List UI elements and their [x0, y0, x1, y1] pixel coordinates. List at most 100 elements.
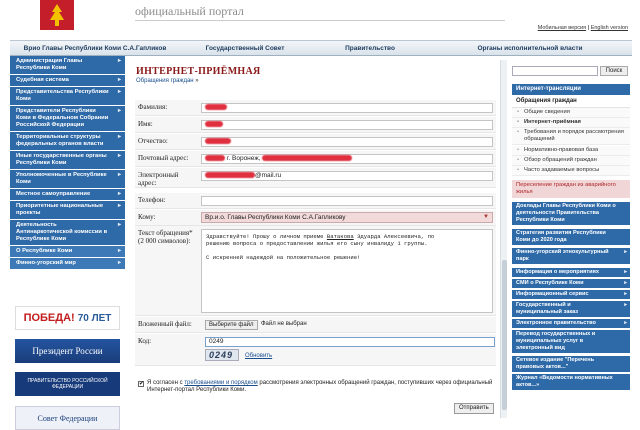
coat-of-arms-logo[interactable] — [40, 0, 74, 30]
left-menu-item[interactable]: Территориальные структуры федеральных ор… — [10, 132, 125, 151]
right-menu-item[interactable]: Информационный сервис ▸ — [512, 290, 630, 300]
arrow-icon: ▸ — [117, 191, 121, 197]
choose-file-button[interactable]: Выберите файл — [205, 320, 258, 330]
breadcrumb: Обращения граждан » — [136, 78, 199, 84]
left-menu-item[interactable]: Финно-угорский мир ▸ — [10, 258, 125, 270]
appeals-sub-item[interactable]: Нормативно-правовая база — [512, 146, 630, 156]
captcha-image: 0249 — [205, 349, 239, 361]
redacted-text — [205, 104, 227, 111]
firstname-input[interactable] — [201, 120, 493, 130]
left-menu-item[interactable]: Иные государственные органы Республики К… — [10, 151, 125, 170]
english-version-link[interactable]: English version — [591, 25, 628, 31]
right-menu-item[interactable]: Стратегия развития Республики Коми до 20… — [512, 229, 630, 246]
right-menu-item[interactable]: СМИ о Республике Коми ▸ — [512, 279, 630, 289]
patronymic-input[interactable] — [201, 137, 493, 147]
scrollbar[interactable] — [500, 60, 507, 418]
left-menu-item[interactable]: Представители Республики Коми в Федераль… — [10, 106, 125, 132]
arrow-icon: ▸ — [624, 291, 627, 297]
right-menu-item[interactable]: Информация о мероприятиях ▸ — [512, 268, 630, 278]
email-row: Электронный адрес: @mail.ru — [135, 168, 496, 188]
requirements-link[interactable]: требованиями и порядком — [184, 380, 257, 386]
arrow-icon: ▸ — [117, 58, 121, 64]
lastname-input[interactable] — [201, 103, 493, 113]
send-button[interactable]: Отправить — [454, 403, 494, 414]
appeals-sub-item[interactable]: Общие сведения — [512, 108, 630, 118]
nav-item-executive[interactable]: Органы исполнительной власти — [430, 45, 630, 52]
address-label: Почтовый адрес: — [138, 154, 189, 162]
code-input[interactable]: 0249 — [205, 337, 495, 347]
lastname-label: Фамилия: — [138, 103, 168, 111]
arrow-icon: ▸ — [117, 153, 121, 159]
arrow-icon: ▸ — [117, 89, 121, 95]
right-menu-item[interactable]: Журнал «Ведомости нормативных актов...» — [512, 374, 630, 391]
arrow-icon: ▸ — [624, 249, 627, 255]
top-nav: Врио Главы Республики Коми С.А.Гапликов … — [10, 40, 632, 56]
right-menu-item[interactable]: Перевод государственных и муниципальных … — [512, 330, 630, 354]
consent-row: ✔ Я согласен с требованиями и порядком р… — [138, 380, 493, 393]
phone-input[interactable] — [201, 196, 493, 206]
address-input[interactable]: г. Воронеж, — [201, 154, 493, 164]
arrow-icon: ▸ — [117, 172, 121, 178]
nav-item-state-council[interactable]: Государственный Совет — [180, 45, 310, 52]
breadcrumb-link[interactable]: Обращения граждан — [136, 78, 194, 84]
appeals-sub-item[interactable]: Требования и порядок рассмотрения обраще… — [512, 128, 630, 145]
nav-item-government[interactable]: Правительство — [310, 45, 430, 52]
emergency-housing-link[interactable]: Переселение граждан из аварийного жилья — [512, 180, 630, 198]
arrow-icon: ▸ — [624, 320, 627, 326]
redacted-text — [205, 172, 255, 179]
email-label: Электронный адрес: — [138, 171, 179, 187]
phone-row: Телефон: — [135, 193, 496, 209]
file-label: Вложенный файл: — [138, 320, 192, 328]
arrow-icon: ▸ — [624, 269, 627, 275]
message-row: Текст обращения* (2 000 символов): Здрав… — [135, 226, 496, 316]
appeals-sub-item[interactable]: Интернет-приёмная — [512, 118, 630, 128]
left-menu-item[interactable]: Местное самоуправление ▸ — [10, 189, 125, 201]
right-menu-item[interactable]: Финно-угорский этнокультурный парк ▸ — [512, 248, 630, 265]
nav-item-head[interactable]: Врио Главы Республики Коми С.А.Гапликов — [10, 45, 180, 52]
mobile-version-link[interactable]: Мобильная версия — [538, 25, 586, 31]
arrow-icon: ▸ — [117, 108, 121, 114]
left-menu-item[interactable]: О Республике Коми ▸ — [10, 246, 125, 258]
left-menu-item[interactable]: Деятельность Антинаркотической комиссии … — [10, 220, 125, 246]
email-input[interactable]: @mail.ru — [201, 171, 493, 181]
arrow-icon: ▸ — [117, 260, 121, 266]
arrow-icon: ▸ — [117, 248, 121, 254]
redacted-text — [205, 155, 225, 162]
right-menu-item[interactable]: Доклады Главы Республики Коми о деятельн… — [512, 202, 630, 226]
appeals-header[interactable]: Обращения граждан — [512, 96, 630, 108]
phone-label: Телефон: — [138, 196, 166, 204]
left-menu-item[interactable]: Уполномоченные в Республике Коми ▸ — [10, 170, 125, 189]
breadcrumb-arrow: » — [195, 78, 199, 84]
left-sidebar: Администрация Главы Республики Коми ▸ Суд… — [10, 56, 125, 430]
right-menu-item[interactable]: Сетевое издание "Перечень правовых актов… — [512, 356, 630, 373]
president-banner[interactable]: Президент России — [15, 339, 120, 363]
left-menu-item[interactable]: Судебная система ▸ — [10, 75, 125, 87]
patronymic-label: Отчество: — [138, 137, 168, 145]
search-button[interactable]: Поиск — [600, 66, 628, 76]
link-separator: | — [587, 25, 590, 31]
refresh-captcha-link[interactable]: Обновить — [245, 353, 272, 359]
left-menu-item[interactable]: Администрация Главы Республики Коми ▸ — [10, 56, 125, 75]
recipient-row: Кому: Вр.и.о. Главы Республики Коми С.А.… — [135, 210, 496, 226]
left-menu-item[interactable]: Приоритетные национальные проекты ▸ — [10, 201, 125, 220]
government-banner[interactable]: ПРАВИТЕЛЬСТВО РОССИЙСКОЙ ФЕДЕРАЦИИ — [15, 372, 120, 396]
right-menu-item[interactable]: Государственный и муниципальный заказ ▸ — [512, 301, 630, 318]
consent-checkbox[interactable]: ✔ — [138, 381, 144, 387]
federation-council-banner[interactable]: Совет Федерации — [15, 406, 120, 430]
firstname-label: Имя: — [138, 120, 153, 128]
scrollbar-thumb[interactable] — [502, 260, 507, 410]
address-row: Почтовый адрес: г. Воронеж, — [135, 151, 496, 167]
pobeda-banner[interactable]: ПОБЕДА! 70 ЛЕТ — [15, 306, 120, 330]
search-input[interactable] — [512, 66, 598, 76]
appeals-sub-item[interactable]: Часто задаваемые вопросы — [512, 166, 630, 176]
internet-broadcasts-link[interactable]: Интернет-трансляции — [512, 84, 630, 95]
recipient-select[interactable]: Вр.и.о. Главы Республики Коми С.А.Гаплик… — [201, 212, 493, 223]
right-menu-item[interactable]: Электронное правительство ▸ — [512, 319, 630, 329]
message-textarea[interactable]: Здравствуйте! Прошу о личном приеме Вата… — [201, 229, 493, 313]
arrow-icon: ▸ — [117, 134, 121, 140]
arrow-icon: ▸ — [624, 280, 627, 286]
left-menu-item[interactable]: Представительства Республики Коми ▸ — [10, 87, 125, 106]
firstname-row: Имя: — [135, 117, 496, 133]
appeals-sub-item[interactable]: Обзор обращений граждан — [512, 156, 630, 166]
patronymic-row: Отчество: — [135, 134, 496, 150]
